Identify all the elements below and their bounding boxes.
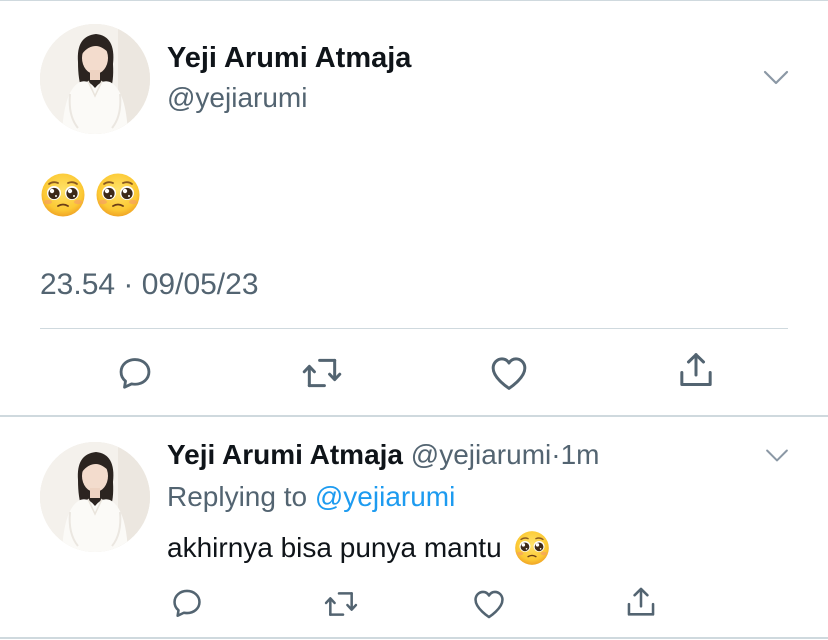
tweet-text [40, 170, 141, 220]
pleading-face-emoji [95, 172, 141, 218]
retweet-icon[interactable] [301, 354, 343, 392]
chevron-down-icon[interactable] [764, 446, 790, 464]
share-icon[interactable] [624, 584, 658, 620]
author-name[interactable]: Yeji Arumi Atmaja [167, 439, 403, 470]
pleading-face-emoji [40, 172, 86, 218]
replying-handle-link[interactable]: @yejiarumi [315, 481, 455, 512]
reply-icon[interactable] [170, 586, 204, 620]
replying-label: Replying to [167, 481, 308, 512]
author-handle[interactable]: @yejiarumi [411, 439, 551, 470]
reply-header: Yeji Arumi Atmaja @yejiarumi·1m [167, 438, 599, 472]
reply-icon[interactable] [116, 354, 154, 392]
tweet-timestamp[interactable]: 23.54 · 09/05/23 [40, 268, 259, 302]
retweet-icon[interactable] [322, 588, 360, 620]
divider [40, 328, 788, 329]
replying-to: Replying to @yejiarumi [167, 480, 455, 514]
pleading-face-emoji [514, 530, 550, 566]
tweet-divider [0, 415, 828, 417]
author-handle[interactable]: @yejiarumi [167, 82, 307, 114]
author-name[interactable]: Yeji Arumi Atmaja [167, 42, 411, 75]
reply-tweet-text: akhirnya bisa punya mantu [167, 528, 550, 568]
avatar[interactable] [40, 442, 150, 552]
like-icon[interactable] [472, 588, 506, 620]
reply-text: akhirnya bisa punya mantu [167, 532, 502, 563]
separator-dot: · [551, 439, 561, 470]
tweet-time[interactable]: 1m [561, 439, 600, 470]
main-tweet: Yeji Arumi Atmaja @yejiarumi 23.54 · 09/… [0, 0, 828, 416]
avatar[interactable] [40, 24, 150, 134]
chevron-down-icon[interactable] [762, 67, 790, 87]
share-icon[interactable] [676, 350, 716, 390]
bottom-divider [0, 637, 828, 639]
like-icon[interactable] [489, 354, 529, 392]
